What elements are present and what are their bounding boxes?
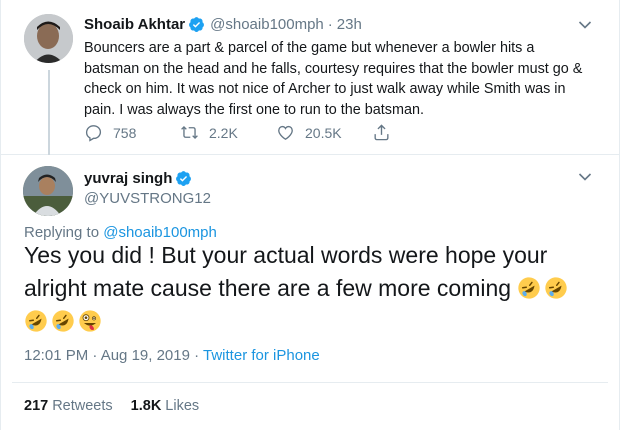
source-link[interactable]: Twitter for iPhone — [203, 347, 320, 364]
rolling-on-floor-laughing-icon — [52, 310, 74, 332]
avatar[interactable] — [23, 166, 73, 216]
heart-icon — [278, 125, 293, 141]
author-name-row: yuvraj singh — [84, 170, 197, 187]
author-handle[interactable]: @shoaib100mph — [210, 16, 324, 33]
author-handle[interactable]: @YUVSTRONG12 — [84, 190, 211, 207]
rolling-on-floor-laughing-icon — [518, 277, 541, 299]
retweet-count: 217 — [24, 398, 49, 414]
parent-tweet[interactable]: Shoaib Akhtar @shoaib100mph · 23h Bounce… — [0, 0, 620, 155]
like-count: 20.5K — [305, 124, 342, 141]
action-bar: 758 2.2K 20.5K — [84, 123, 412, 142]
tweet-text: Bouncers are a part & parcel of the game… — [84, 40, 583, 118]
tweet-text: Yes you did ! But your actual words were… — [24, 239, 594, 338]
retweet-button[interactable]: 2.2K — [180, 123, 276, 142]
retweets-stat[interactable]: 217 Retweets — [24, 398, 113, 414]
zany-face-icon — [79, 310, 101, 332]
retweet-count: 2.2K — [209, 124, 238, 141]
chevron-down-icon[interactable] — [578, 20, 592, 30]
avatar[interactable] — [24, 14, 73, 63]
divider — [12, 382, 608, 383]
separator-dot: · — [327, 16, 333, 33]
like-button[interactable]: 20.5K — [276, 123, 372, 142]
reply-button[interactable]: 758 — [84, 123, 180, 142]
reply-icon — [85, 125, 102, 142]
tweet-metadata: 12:01 PM · Aug 19, 2019 · Twitter for iP… — [24, 347, 320, 364]
verified-badge-icon — [176, 171, 192, 186]
like-count: 1.8K — [130, 398, 162, 414]
share-button[interactable] — [372, 123, 412, 142]
rolling-on-floor-laughing-icon — [545, 277, 568, 299]
chevron-down-icon[interactable] — [578, 172, 592, 182]
tweet-time[interactable]: 23h — [337, 16, 362, 33]
parent-tweet-header: Shoaib Akhtar @shoaib100mph · 23h — [84, 16, 362, 33]
verified-badge-icon — [189, 17, 205, 32]
rolling-on-floor-laughing-icon — [25, 310, 47, 332]
likes-stat[interactable]: 1.8K Likes — [131, 398, 200, 414]
reply-count: 758 — [113, 124, 137, 141]
like-label: Likes — [165, 398, 200, 414]
engagement-stats: 217 Retweets 1.8K Likes — [24, 398, 217, 414]
author-name[interactable]: Shoaib Akhtar — [84, 16, 185, 33]
timestamp[interactable]: 12:01 PM · Aug 19, 2019 · — [24, 347, 203, 364]
thread-line — [48, 70, 50, 155]
author-name[interactable]: yuvraj singh — [84, 170, 172, 187]
tweet-body: Yes you did ! But your actual words were… — [24, 242, 548, 301]
retweet-label: Retweets — [52, 398, 113, 414]
share-icon — [374, 124, 389, 141]
retweet-icon — [181, 126, 198, 139]
